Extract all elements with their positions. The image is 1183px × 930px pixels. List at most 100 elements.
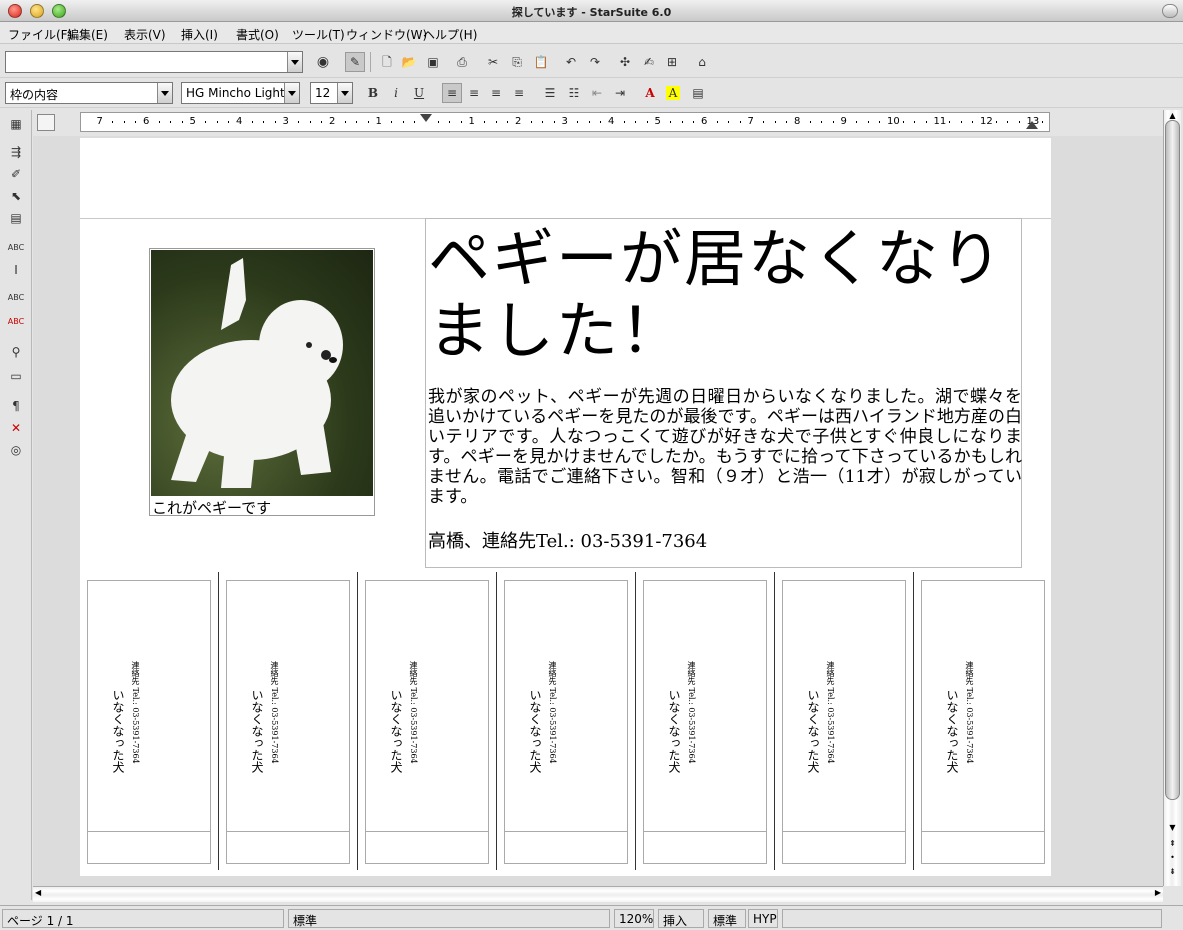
tear-off-tab[interactable]: いなくなった犬 連絡先 Tel.: 03-5391-7364 [643, 580, 767, 864]
next-page-icon[interactable]: ⇟ [1165, 866, 1180, 878]
menu-tools[interactable]: ツール(T) [292, 26, 345, 43]
nonprinting-chars-icon[interactable]: ¶ [6, 396, 26, 416]
edit-file-icon[interactable]: ✎ [345, 52, 365, 72]
autospellcheck-icon[interactable]: ABC [6, 312, 26, 332]
status-hyperlink-mode[interactable]: HYP [748, 909, 778, 928]
text-cursor-icon[interactable]: I [6, 260, 26, 280]
status-page[interactable]: ページ 1 / 1 [2, 909, 284, 928]
insert-fields-icon[interactable]: ⇶ [6, 142, 26, 162]
spellcheck-icon[interactable]: ABC [6, 288, 26, 308]
chevron-down-icon[interactable] [337, 83, 352, 103]
url-input[interactable] [5, 51, 303, 73]
numbering-icon[interactable]: ☰ [540, 83, 560, 103]
ruler-tick [577, 121, 579, 123]
align-left-icon[interactable]: ≡ [442, 83, 462, 103]
bullets-icon[interactable]: ☷ [564, 83, 584, 103]
data-source-view-icon[interactable]: ▭ [6, 366, 26, 386]
right-indent-marker[interactable] [1025, 121, 1038, 129]
ruler-tick [356, 121, 358, 123]
new-document-icon[interactable]: 🗋 [377, 52, 397, 72]
save-icon[interactable]: ▣ [423, 52, 443, 72]
toolbar-toggle-button[interactable] [1162, 4, 1178, 18]
menu-window[interactable]: ウィンドウ(W) [346, 26, 427, 43]
align-right-icon[interactable]: ≡ [486, 83, 506, 103]
horizontal-ruler[interactable]: 7 6 5 4 3 2 1 1 2 3 4 5 6 7 8 9 10 11 12 13 [80, 112, 1050, 132]
ruler-label: 12 [980, 116, 993, 127]
text-frame[interactable]: ペギーが居なくなりました！ 我が家のペット、ペギーが先週の日曜日からいなくなりま… [425, 218, 1022, 568]
tear-off-tab[interactable]: いなくなった犬 連絡先 Tel.: 03-5391-7364 [504, 580, 628, 864]
tear-off-tab[interactable]: いなくなった犬 連絡先 Tel.: 03-5391-7364 [87, 580, 211, 864]
ruler-tick [867, 121, 869, 123]
navigator-icon[interactable]: ✣ [615, 52, 635, 72]
insert-table-icon[interactable]: ▦ [6, 114, 26, 134]
gallery-icon[interactable]: ⌂ [692, 52, 712, 72]
horizontal-scrollbar[interactable]: ◀ ▶ [33, 886, 1163, 902]
decrease-indent-icon[interactable]: ⇤ [587, 83, 607, 103]
font-size-select[interactable]: 12 [310, 82, 353, 104]
tear-off-tab[interactable]: いなくなった犬 連絡先 Tel.: 03-5391-7364 [921, 580, 1045, 864]
chevron-down-icon[interactable] [287, 52, 302, 72]
tab-stop-type-button[interactable] [37, 114, 55, 131]
ruler-tick [972, 121, 974, 123]
ruler-tick [646, 121, 648, 123]
scroll-right-icon[interactable]: ▶ [1155, 888, 1161, 897]
ruler-tick [728, 121, 730, 123]
stylist-icon[interactable]: ✍ [639, 52, 659, 72]
font-size-value: 12 [315, 86, 331, 100]
undo-icon[interactable]: ↶ [561, 52, 581, 72]
photo-frame[interactable]: これがペギーです [149, 248, 375, 517]
redo-icon[interactable]: ↷ [585, 52, 605, 72]
status-insert-mode[interactable]: 挿入 [658, 909, 704, 928]
previous-page-icon[interactable]: ⇞ [1165, 838, 1180, 850]
navigation-icon[interactable]: • [1165, 852, 1180, 864]
tear-off-tab[interactable]: いなくなった犬 連絡先 Tel.: 03-5391-7364 [782, 580, 906, 864]
left-indent-marker[interactable] [420, 114, 432, 122]
text-animation-icon[interactable]: ABC [6, 238, 26, 258]
background-color-icon[interactable]: ▤ [688, 83, 708, 103]
font-color-icon[interactable]: A [640, 83, 660, 103]
cut-icon[interactable]: ✂ [483, 52, 503, 72]
ruler-tick [402, 121, 404, 123]
tear-off-tab[interactable]: いなくなった犬 連絡先 Tel.: 03-5391-7364 [365, 580, 489, 864]
menu-file[interactable]: ファイル(F) [8, 26, 72, 43]
paragraph-style-select[interactable]: 枠の内容 [5, 82, 173, 104]
dog-photo[interactable] [151, 250, 373, 496]
draw-functions-icon[interactable]: ✐ [6, 164, 26, 184]
ruler-tick [449, 121, 451, 123]
menu-edit[interactable]: 編集(E) [67, 26, 108, 43]
vertical-scroll-thumb[interactable] [1165, 120, 1180, 800]
status-selection-mode[interactable]: 標準 [708, 909, 746, 928]
scroll-left-icon[interactable]: ◀ [35, 888, 41, 897]
italic-icon[interactable]: i [386, 83, 406, 103]
data-sources-icon[interactable]: ⊞ [662, 52, 682, 72]
copy-icon[interactable]: ⎘ [507, 52, 527, 72]
tab-footer-line [88, 831, 210, 832]
scroll-down-icon[interactable]: ▼ [1165, 822, 1180, 834]
status-page-style[interactable]: 標準 [288, 909, 610, 928]
menu-help[interactable]: ヘルプ(H) [423, 26, 477, 43]
bold-icon[interactable]: B [363, 83, 383, 103]
menu-format[interactable]: 書式(O) [236, 26, 279, 43]
online-layout-icon[interactable]: ◎ [6, 440, 26, 460]
vertical-scrollbar[interactable]: ▲ ▼ ⇞ • ⇟ [1163, 110, 1181, 886]
chevron-down-icon[interactable] [157, 83, 172, 103]
menu-view[interactable]: 表示(V) [124, 26, 166, 43]
highlighting-icon[interactable]: A [663, 83, 683, 103]
form-functions-icon[interactable]: ⬉ [6, 186, 26, 206]
print-icon[interactable]: ⎙ [452, 52, 472, 72]
increase-indent-icon[interactable]: ⇥ [610, 83, 630, 103]
edit-autotext-icon[interactable]: ▤ [6, 208, 26, 228]
justify-icon[interactable]: ≡ [509, 83, 529, 103]
underline-icon[interactable]: U [409, 83, 429, 103]
align-center-icon[interactable]: ≡ [464, 83, 484, 103]
tear-off-tab[interactable]: いなくなった犬 連絡先 Tel.: 03-5391-7364 [226, 580, 350, 864]
graphics-off-icon[interactable]: ✕ [6, 418, 26, 438]
status-zoom[interactable]: 120% [614, 909, 654, 928]
stop-loading-icon[interactable]: ◉ [313, 52, 333, 72]
open-folder-icon[interactable]: 📂 [399, 52, 419, 72]
find-icon[interactable]: ⚲ [6, 342, 26, 362]
font-name-select[interactable]: HG Mincho Light [181, 82, 300, 104]
paste-icon[interactable]: 📋 [531, 52, 551, 72]
chevron-down-icon[interactable] [284, 83, 299, 103]
menu-insert[interactable]: 挿入(I) [181, 26, 218, 43]
